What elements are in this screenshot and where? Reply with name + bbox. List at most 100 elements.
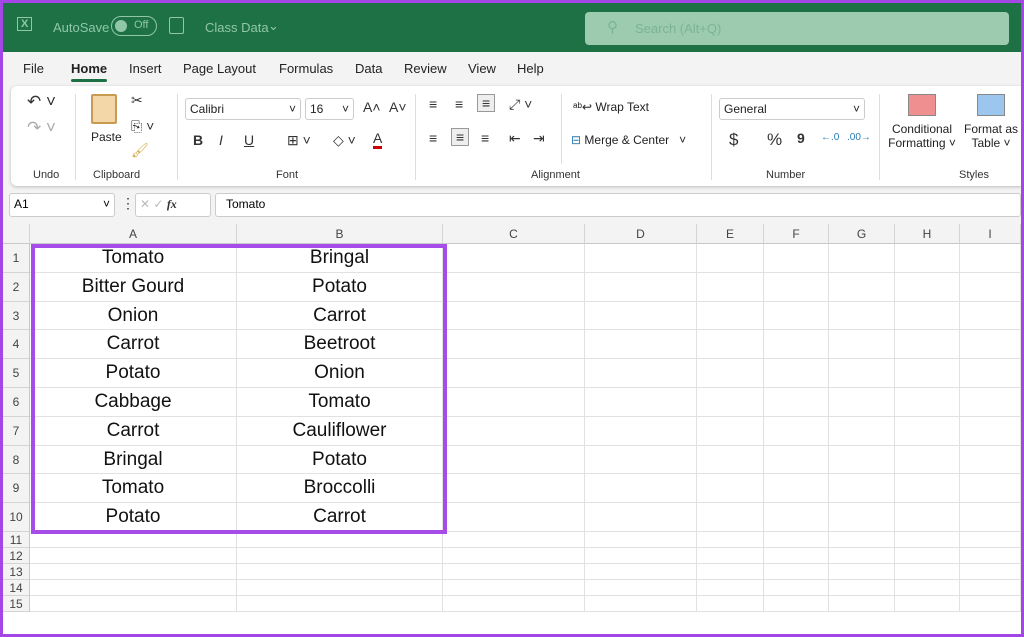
row-header-12[interactable]: 12 [3,548,30,564]
fill-color-icon[interactable]: ◇ ˅ [333,132,356,149]
cell-C9[interactable] [443,474,585,504]
cell-H11[interactable] [895,532,960,548]
cell-C7[interactable] [443,416,585,446]
search-box[interactable]: ⚲ Search (Alt+Q) [585,12,1009,45]
merge-center-button[interactable]: ⊟ Merge & Center ˅ [571,133,686,147]
cell-D5[interactable] [585,359,697,388]
cell-G7[interactable] [829,416,895,446]
column-header-I[interactable]: I [960,224,1021,244]
cell-H2[interactable] [895,272,960,302]
column-header-E[interactable]: E [697,224,764,244]
cell-E2[interactable] [697,272,764,302]
redo-icon[interactable]: ↷ ˅ [27,118,56,138]
cell-B11[interactable] [237,532,443,548]
cell-C3[interactable] [443,301,585,331]
cell-G9[interactable] [829,474,895,504]
font-size-select[interactable]: 16 ˅ [305,98,354,120]
cell-A3[interactable]: Onion [30,301,237,331]
row-header-5[interactable]: 5 [3,359,30,388]
cell-A10[interactable]: Potato [30,503,237,532]
cell-H10[interactable] [895,503,960,532]
cell-G14[interactable] [829,580,895,596]
cell-G3[interactable] [829,301,895,331]
cell-C14[interactable] [443,580,585,596]
filename[interactable]: Class Data [205,20,269,35]
cell-G2[interactable] [829,272,895,302]
cell-D11[interactable] [585,532,697,548]
enter-icon[interactable]: ✓ [153,197,163,211]
cell-E15[interactable] [697,596,764,612]
row-header-1[interactable]: 1 [3,244,30,273]
cell-B8[interactable]: Potato [237,445,443,475]
column-header-H[interactable]: H [895,224,960,244]
cell-F6[interactable] [764,388,829,417]
cell-E1[interactable] [697,244,764,273]
cell-I12[interactable] [960,548,1021,564]
chevron-down-icon[interactable]: ⌄ [268,18,279,34]
cell-G10[interactable] [829,503,895,532]
cell-G1[interactable] [829,244,895,273]
menu-file[interactable]: File [23,61,44,76]
increase-indent-icon[interactable]: ⇥ [533,130,545,147]
cell-D13[interactable] [585,564,697,580]
cell-C10[interactable] [443,503,585,532]
cell-H6[interactable] [895,388,960,417]
select-all-button[interactable] [3,224,30,244]
cell-F12[interactable] [764,548,829,564]
cell-I6[interactable] [960,388,1021,417]
cell-I4[interactable] [960,330,1021,360]
cell-E14[interactable] [697,580,764,596]
cell-B12[interactable] [237,548,443,564]
cell-F10[interactable] [764,503,829,532]
cell-H13[interactable] [895,564,960,580]
undo-icon[interactable]: ↶ ˅ [27,92,56,112]
currency-button[interactable]: $ [729,130,738,150]
number-format-select[interactable]: General ˅ [719,98,865,120]
autosave-toggle[interactable]: Off [111,16,157,36]
cell-B7[interactable]: Cauliflower [237,416,443,446]
cell-G6[interactable] [829,388,895,417]
comma-button[interactable]: 9 [797,130,805,146]
cell-I5[interactable] [960,359,1021,388]
cell-E4[interactable] [697,330,764,360]
cell-H8[interactable] [895,445,960,475]
cell-A6[interactable]: Cabbage [30,388,237,417]
row-header-11[interactable]: 11 [3,532,30,548]
cell-I8[interactable] [960,445,1021,475]
cell-A7[interactable]: Carrot [30,416,237,446]
menu-insert[interactable]: Insert [129,61,162,76]
cell-A15[interactable] [30,596,237,612]
cell-F5[interactable] [764,359,829,388]
menu-page-layout[interactable]: Page Layout [183,61,256,76]
cell-H4[interactable] [895,330,960,360]
cell-D9[interactable] [585,474,697,504]
cell-G11[interactable] [829,532,895,548]
format-painter-icon[interactable]: 🖌 [131,142,149,159]
cell-F4[interactable] [764,330,829,360]
cell-E5[interactable] [697,359,764,388]
decrease-font-icon[interactable]: A˅ [389,99,407,115]
cell-B15[interactable] [237,596,443,612]
cell-I2[interactable] [960,272,1021,302]
increase-font-icon[interactable]: A˄ [363,99,381,115]
paste-label[interactable]: Paste [91,130,122,144]
column-header-A[interactable]: A [30,224,237,244]
cell-C15[interactable] [443,596,585,612]
cell-B10[interactable]: Carrot [237,503,443,532]
decrease-decimal-icon[interactable]: .00→ [847,132,871,143]
cell-F1[interactable] [764,244,829,273]
cell-A13[interactable] [30,564,237,580]
cell-B2[interactable]: Potato [237,272,443,302]
cancel-icon[interactable]: ✕ [140,197,150,211]
cell-C13[interactable] [443,564,585,580]
cell-H12[interactable] [895,548,960,564]
decrease-indent-icon[interactable]: ⇤ [509,130,521,147]
cell-E12[interactable] [697,548,764,564]
cell-D1[interactable] [585,244,697,273]
top-align-icon[interactable]: ≡ [429,96,437,112]
cell-I14[interactable] [960,580,1021,596]
cell-H15[interactable] [895,596,960,612]
cell-B4[interactable]: Beetroot [237,330,443,360]
row-header-4[interactable]: 4 [3,330,30,360]
bold-button[interactable]: B [193,132,203,148]
